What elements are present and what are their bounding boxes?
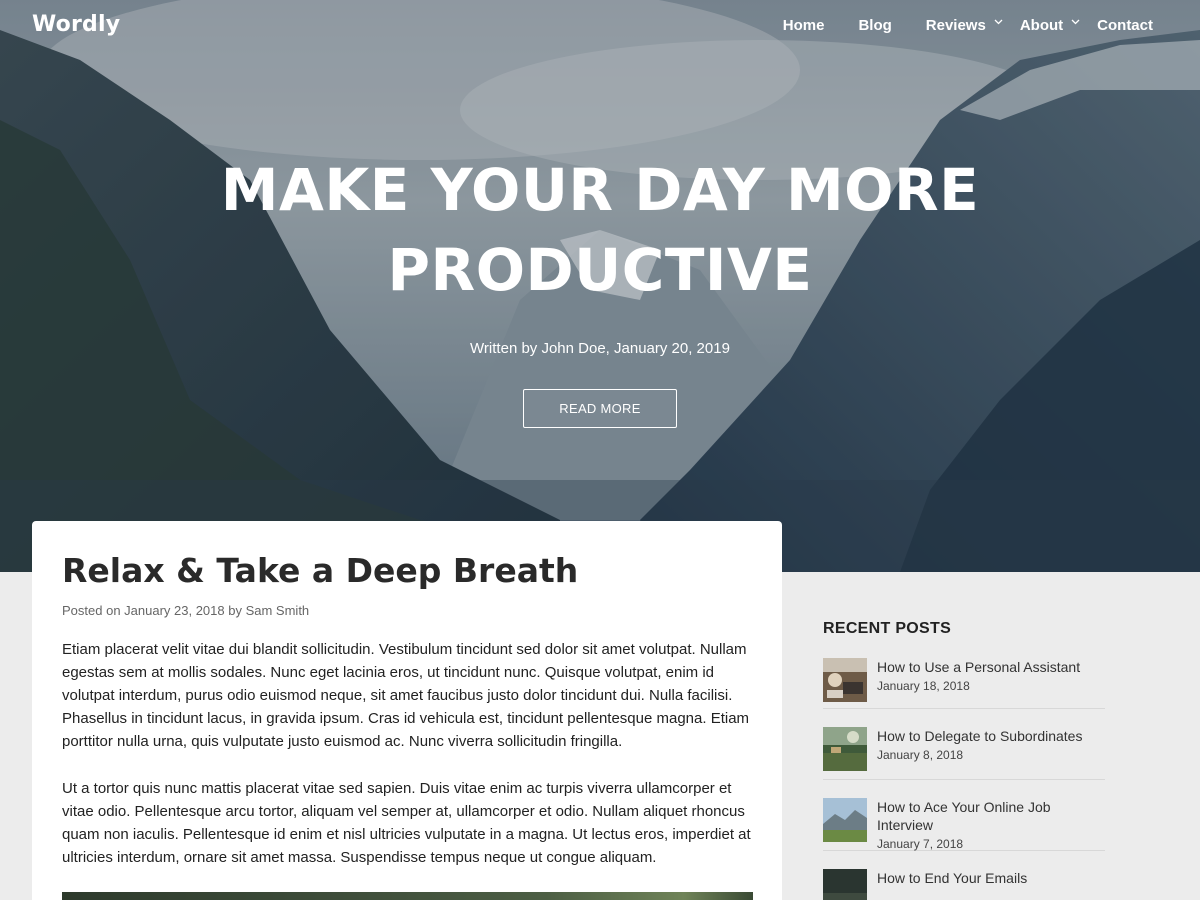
- post-thumbnail-image[interactable]: [823, 798, 867, 842]
- post-paragraph: Ut a tortor quis nunc mattis placerat vi…: [62, 780, 751, 866]
- hero-title-line-2: PRODUCTIVE: [387, 236, 813, 304]
- post-body: Etiam placerat velit vitae dui blandit s…: [62, 638, 752, 869]
- nav-item-home[interactable]: Home: [783, 17, 825, 34]
- nav-item-label: About: [1019, 17, 1064, 34]
- hero-banner: Wordly Home Blog Reviews About Contact M…: [0, 0, 1200, 572]
- post-meta-prefix: Posted on: [62, 603, 125, 618]
- recent-post-title[interactable]: How to Ace Your Online Job Interview: [877, 798, 1105, 834]
- nav-item-about[interactable]: About: [1020, 17, 1080, 34]
- hero-title: MAKE YOUR DAY MORE PRODUCTIVE: [0, 150, 1200, 310]
- nav-item-label: Home: [782, 17, 825, 34]
- post-meta: Posted on January 23, 2018 by Sam Smith: [62, 603, 752, 618]
- post-thumbnail-image[interactable]: [823, 869, 867, 900]
- recent-post-item[interactable]: How to Use a Personal Assistant January …: [823, 638, 1105, 709]
- recent-post-item[interactable]: How to Delegate to Subordinates January …: [823, 709, 1105, 780]
- nav-item-label: Blog: [858, 17, 892, 34]
- post-date-link[interactable]: January 23, 2018: [124, 603, 224, 618]
- recent-post-date: January 18, 2018: [877, 679, 970, 693]
- nav-item-label: Contact: [1097, 17, 1153, 34]
- hero-title-line-1: MAKE YOUR DAY MORE: [220, 156, 980, 224]
- sidebar: RECENT POSTS How to Use a Personal Assis…: [823, 620, 1105, 900]
- post-card: Relax & Take a Deep Breath Posted on Jan…: [32, 521, 782, 900]
- read-more-button[interactable]: READ MORE: [523, 389, 677, 428]
- chevron-down-icon: [1071, 17, 1080, 27]
- nav-item-contact[interactable]: Contact: [1097, 17, 1153, 34]
- post-meta-by: by: [224, 603, 246, 618]
- hero-byline: Written by John Doe, January 20, 2019: [470, 340, 730, 357]
- main-navigation: Home Blog Reviews About Contact: [783, 17, 1153, 34]
- recent-posts-list: How to Use a Personal Assistant January …: [823, 638, 1105, 900]
- site-logo[interactable]: Wordly: [32, 12, 120, 37]
- post-title[interactable]: Relax & Take a Deep Breath: [62, 551, 752, 591]
- nav-item-blog[interactable]: Blog: [858, 17, 891, 34]
- post-thumbnail-image[interactable]: [823, 727, 867, 771]
- chevron-down-icon: [994, 17, 1003, 27]
- post-paragraph: Etiam placerat velit vitae dui blandit s…: [62, 641, 750, 750]
- nav-item-reviews[interactable]: Reviews: [926, 17, 1003, 34]
- post-author-link[interactable]: Sam Smith: [246, 603, 310, 618]
- recent-post-item[interactable]: How to Ace Your Online Job Interview Jan…: [823, 780, 1105, 851]
- recent-post-title[interactable]: How to Use a Personal Assistant: [877, 658, 1080, 676]
- post-featured-image: [62, 892, 753, 900]
- recent-post-item[interactable]: How to End Your Emails: [823, 851, 1105, 900]
- nav-item-label: Reviews: [925, 17, 986, 34]
- recent-post-date: January 7, 2018: [877, 837, 964, 851]
- recent-post-title[interactable]: How to Delegate to Subordinates: [877, 727, 1082, 745]
- post-thumbnail-image[interactable]: [823, 658, 867, 702]
- recent-post-date: January 8, 2018: [877, 748, 964, 762]
- recent-post-title[interactable]: How to End Your Emails: [877, 869, 1027, 887]
- recent-posts-title: RECENT POSTS: [823, 620, 952, 637]
